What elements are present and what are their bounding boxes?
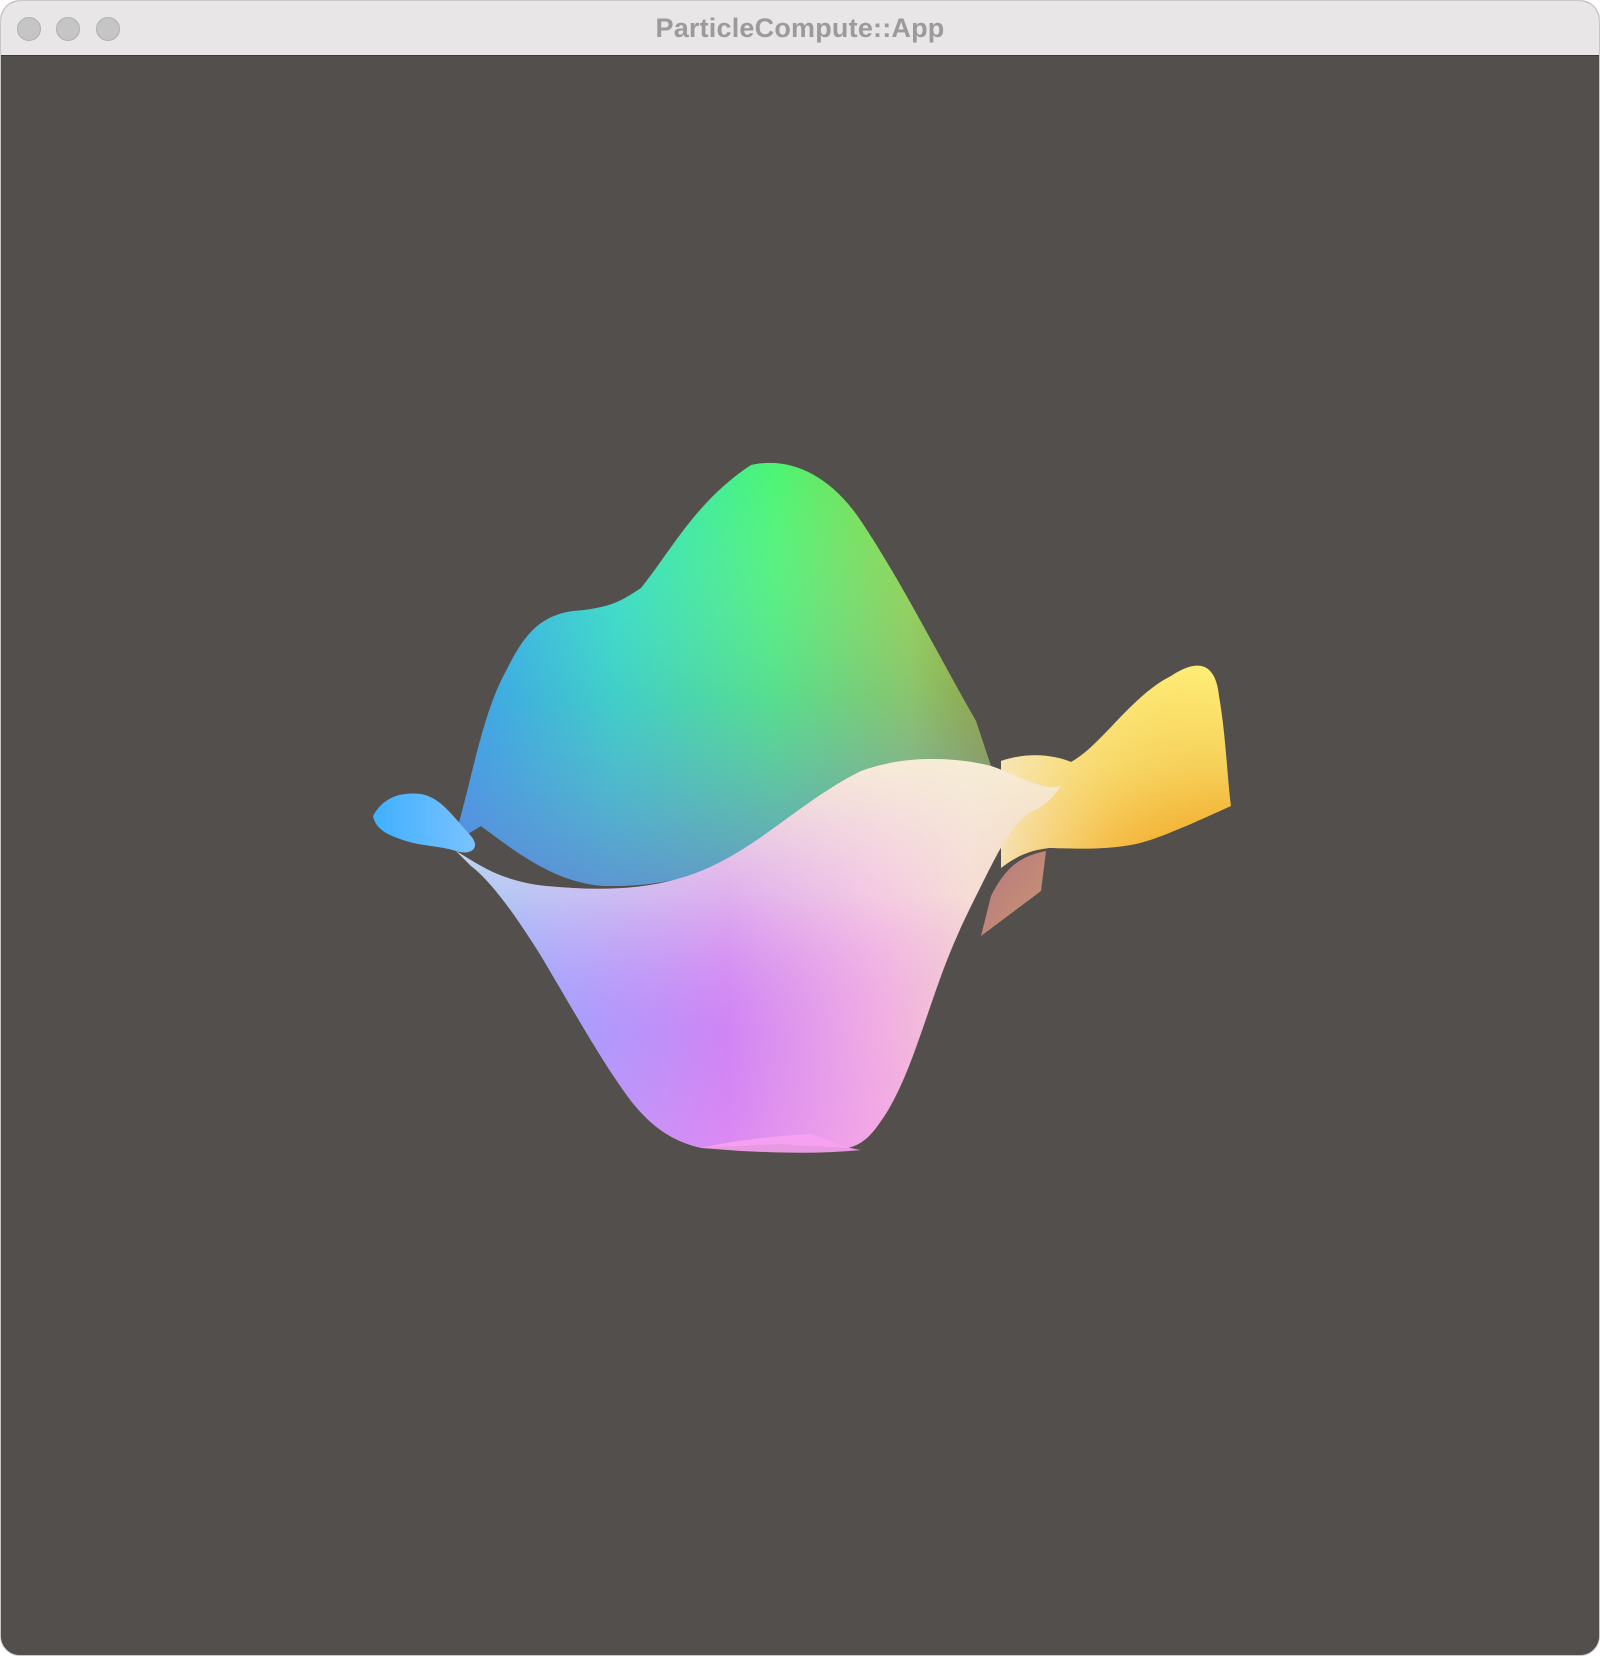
render-viewport[interactable] — [1, 56, 1599, 1655]
window-title: ParticleCompute::App — [655, 13, 945, 43]
title-bar[interactable]: ParticleCompute::App — [1, 1, 1599, 56]
app-window: ParticleCompute::App — [0, 0, 1600, 1656]
wave-surface-render — [373, 462, 1231, 1153]
right-wing-surface — [1001, 665, 1231, 868]
